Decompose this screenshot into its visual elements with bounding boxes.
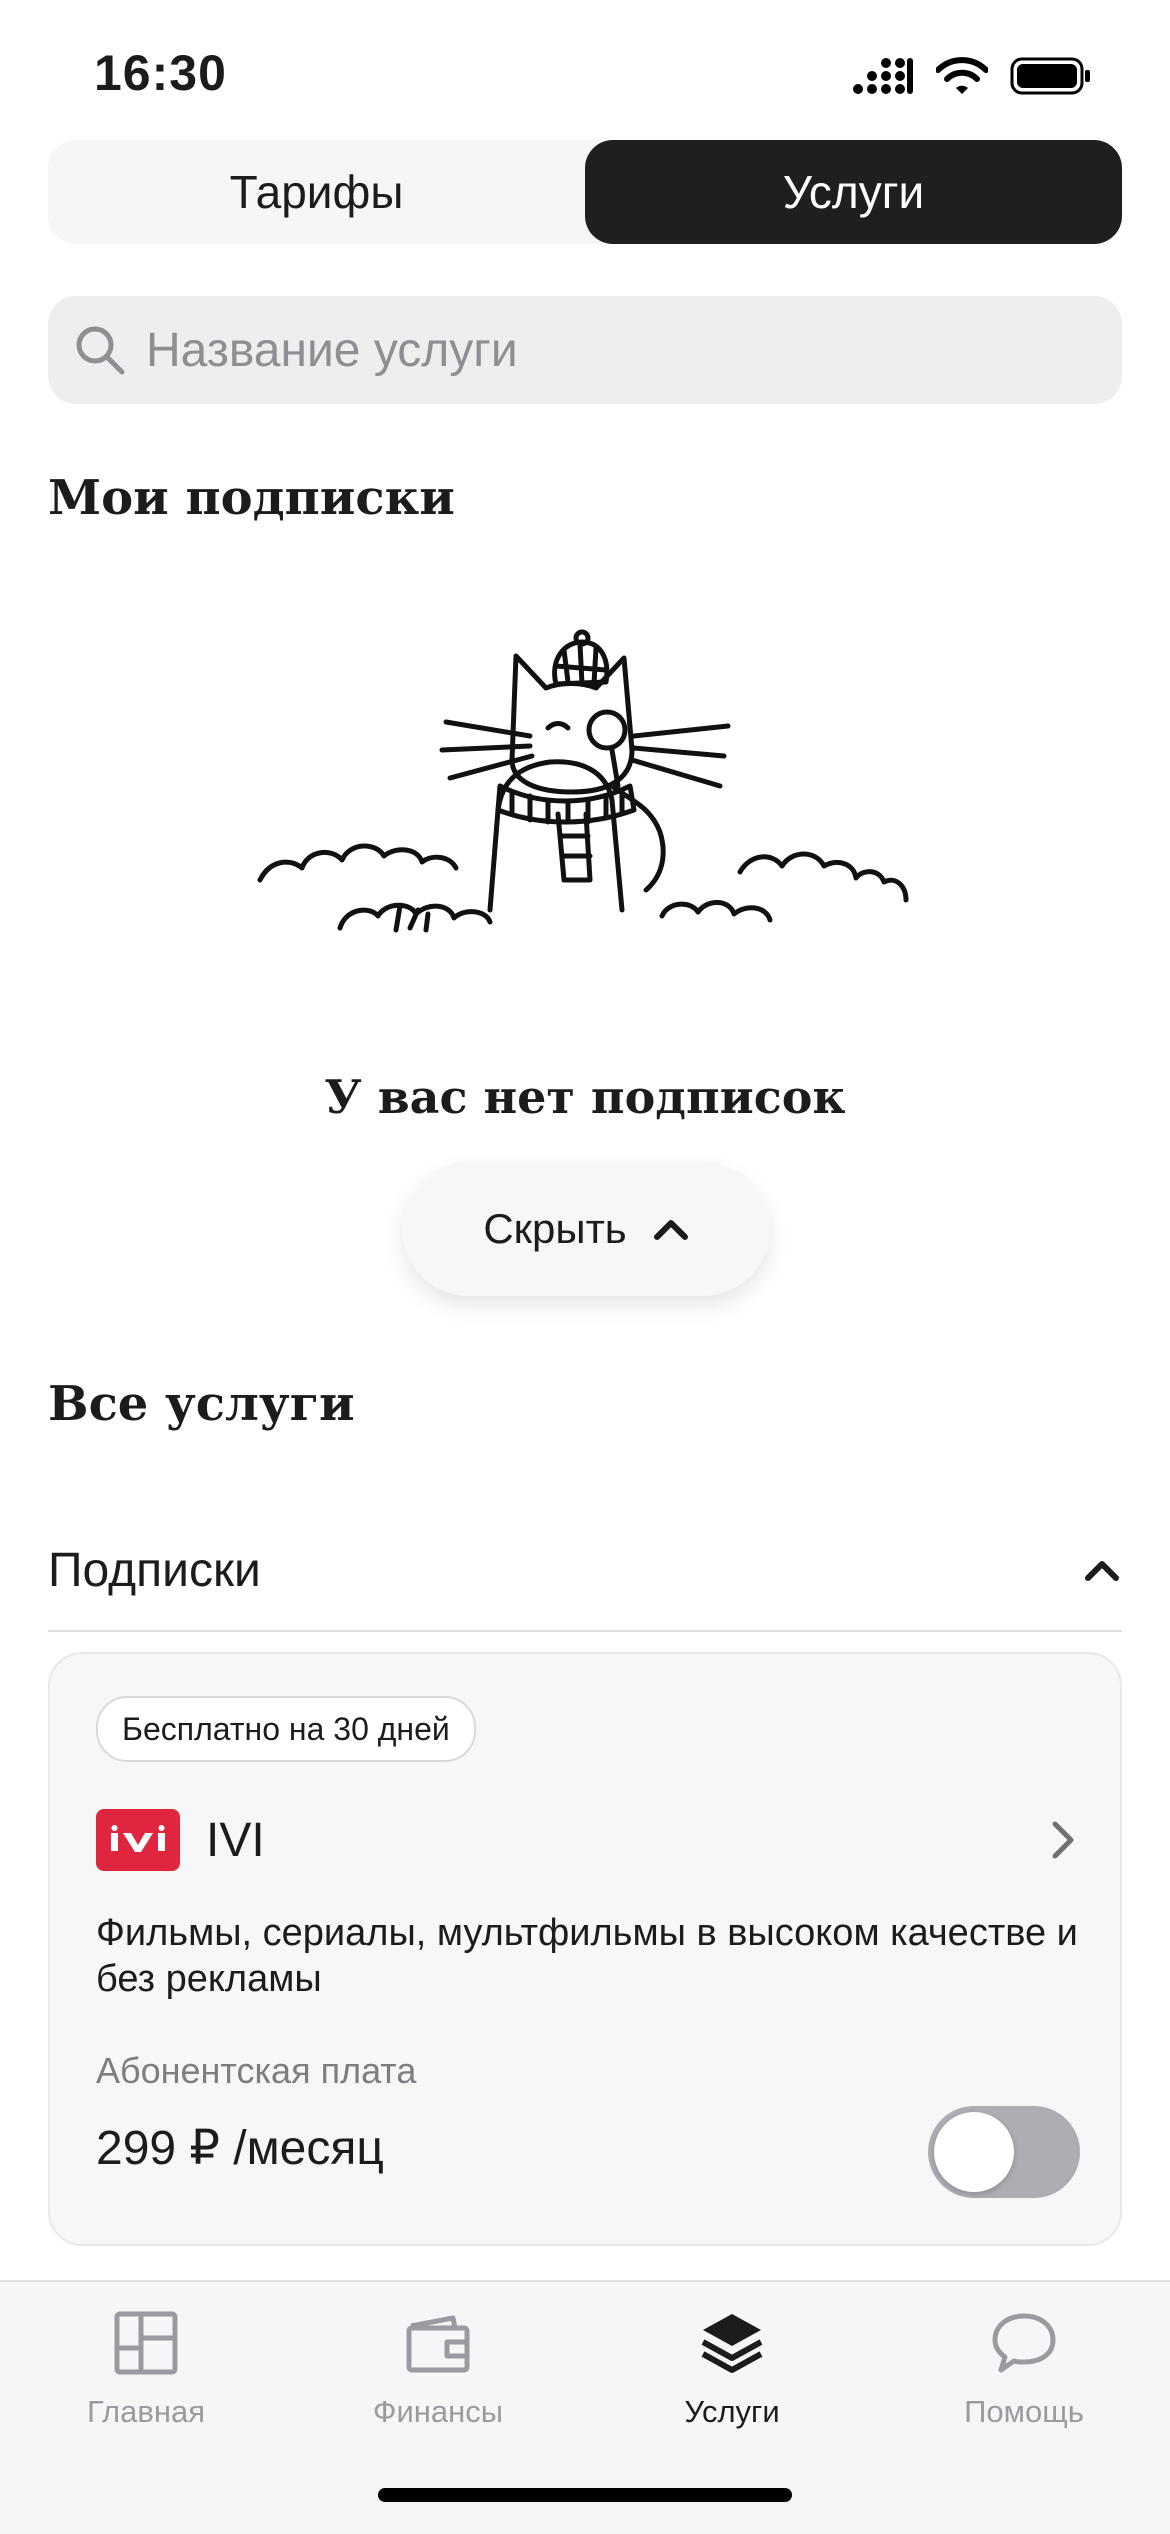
- chat-bubble-icon: [992, 2313, 1056, 2373]
- search-icon: [76, 326, 125, 375]
- tab-help-label: Помощь: [964, 2394, 1084, 2429]
- tariffs-services-switch: Тарифы Услуги: [48, 140, 1122, 244]
- ivi-logo-mark: [111, 1825, 165, 1852]
- subscriptions-category-label: Подписки: [48, 1543, 261, 1597]
- service-price: 299 ₽ /месяц: [96, 2122, 384, 2175]
- tab-tariffs[interactable]: Тарифы: [48, 140, 585, 244]
- chevron-up-icon: [1085, 1561, 1119, 1581]
- service-header[interactable]: IVI: [96, 1798, 1078, 1882]
- service-name: IVI: [206, 1813, 265, 1867]
- layers-icon: [701, 2314, 763, 2373]
- tab-home-label: Главная: [87, 2394, 205, 2429]
- status-time: 16:30: [94, 45, 227, 101]
- search-input[interactable]: [144, 321, 1048, 379]
- service-description: Фильмы, сериалы, мультфильмы в высоком к…: [96, 1912, 1078, 2000]
- home-indicator: [378, 2488, 792, 2502]
- toggle-knob: [934, 2112, 1014, 2192]
- wifi-icon: [936, 57, 988, 94]
- tab-home[interactable]: Главная: [26, 2308, 266, 2430]
- tab-services-nav[interactable]: Услуги: [612, 2308, 852, 2430]
- all-services-title: Все услуги: [48, 1376, 355, 1432]
- ivi-service-card[interactable]: Бесплатно на 30 дней IVI Фильмы, сериалы…: [48, 1652, 1122, 2246]
- fee-label: Абонентская плата: [96, 2050, 417, 2091]
- signal-icon: [853, 58, 913, 94]
- tab-services-label: Услуги: [684, 2394, 780, 2429]
- search-field[interactable]: [48, 296, 1122, 404]
- chevron-right-icon[interactable]: [1048, 1818, 1078, 1862]
- cat-detective-illustration: [257, 629, 909, 933]
- tab-services[interactable]: Услуги: [585, 140, 1122, 244]
- hide-button-label: Скрыть: [483, 1205, 627, 1252]
- wallet-icon: [406, 2315, 470, 2373]
- ivi-logo: [96, 1809, 180, 1871]
- empty-subscriptions-text: У вас нет подписок: [324, 1070, 846, 1124]
- subscriptions-category-row[interactable]: Подписки: [48, 1510, 1122, 1632]
- status-icons: [852, 56, 1092, 96]
- free-trial-badge: Бесплатно на 30 дней: [96, 1696, 476, 1762]
- chevron-up-icon: [653, 1220, 688, 1240]
- hide-button[interactable]: Скрыть: [402, 1162, 770, 1296]
- tab-finance-label: Финансы: [372, 2394, 504, 2429]
- tab-finance[interactable]: Финансы: [318, 2308, 558, 2430]
- subscription-toggle[interactable]: [928, 2106, 1080, 2198]
- dashboard-icon: [114, 2311, 178, 2375]
- my-subscriptions-title: Мои подписки: [48, 470, 455, 526]
- tab-help[interactable]: Помощь: [904, 2308, 1144, 2430]
- battery-icon: [1010, 57, 1090, 95]
